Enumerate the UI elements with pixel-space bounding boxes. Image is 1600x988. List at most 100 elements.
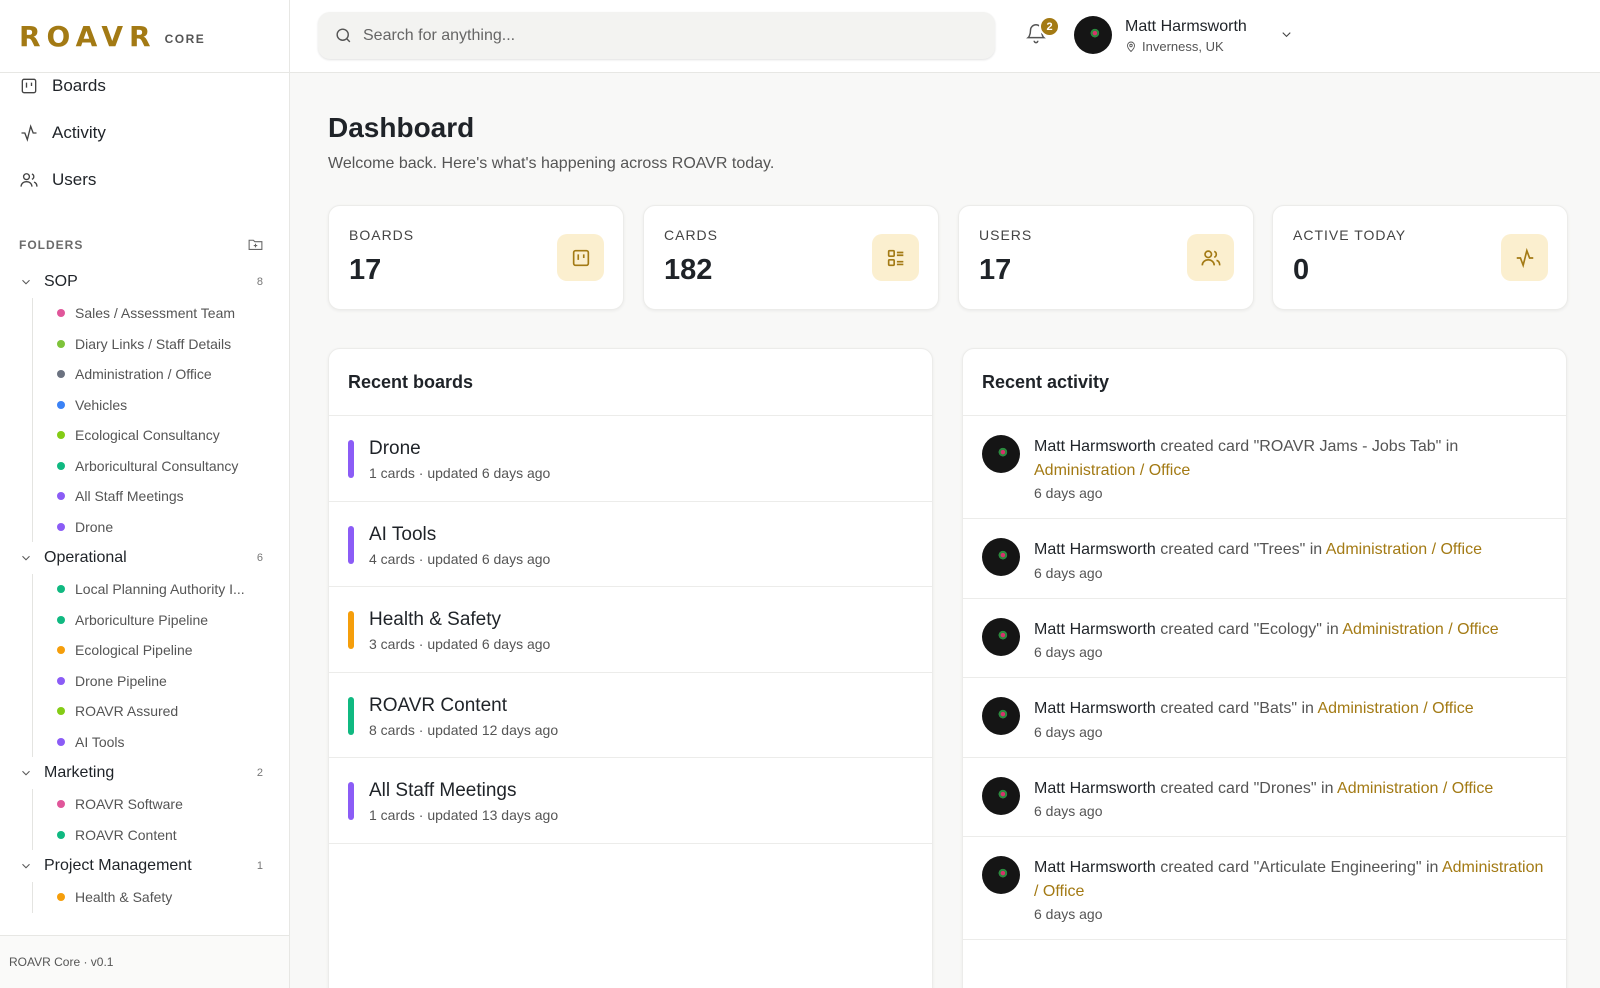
folder-board-item[interactable]: Health & Safety: [57, 882, 269, 913]
activity-board-link[interactable]: Administration / Office: [1034, 462, 1190, 479]
folder-board-label: Sales / Assessment Team: [75, 305, 236, 322]
stat-card-cards: CARDS 182: [643, 205, 939, 310]
board-meta: 3 cards · updated 6 days ago: [369, 636, 551, 652]
folder-children: Health & Safety: [32, 882, 269, 913]
folder-board-label: Vehicles: [75, 396, 128, 413]
sidebar: ROAVR CORE Boards Activity Users FOLDERS…: [0, 0, 290, 988]
folder-name: SOP: [44, 273, 78, 290]
stat-card-users: USERS 17: [958, 205, 1254, 310]
folder-sop[interactable]: SOP 8: [19, 266, 269, 298]
avatar[interactable]: [982, 776, 1020, 815]
activity-board-link[interactable]: Administration / Office: [1342, 621, 1498, 638]
folder-board-item[interactable]: Local Planning Authority I...: [57, 574, 269, 605]
avatar[interactable]: [982, 856, 1020, 894]
activity-time: 6 days ago: [1034, 803, 1103, 819]
avatar[interactable]: [982, 617, 1020, 656]
activity-action: created card "Ecology" in: [1155, 620, 1343, 638]
chevron-down-icon[interactable]: [19, 766, 33, 780]
folder-board-item[interactable]: Arboriculture Pipeline: [57, 605, 269, 636]
chevron-down-icon[interactable]: [19, 551, 33, 565]
activity-user[interactable]: Matt Harmsworth: [1034, 780, 1156, 797]
activity-time: 6 days ago: [1034, 564, 1103, 581]
user-name[interactable]: Matt Harmsworth: [1125, 18, 1247, 36]
activity-time: 6 days ago: [1034, 906, 1103, 922]
folder-board-item[interactable]: Diary Links / Staff Details: [57, 329, 269, 360]
stat-label: ACTIVE TODAY: [1293, 227, 1407, 243]
activity-user[interactable]: Matt Harmsworth: [1034, 859, 1156, 876]
search-bar[interactable]: [318, 12, 995, 59]
board-meta: 1 cards · updated 13 days ago: [369, 807, 559, 823]
avatar[interactable]: [1074, 16, 1112, 54]
folder-children: Local Planning Authority I... Arboricultu…: [32, 574, 269, 757]
folder-operational[interactable]: Operational 6: [19, 542, 269, 574]
stat-value: 17: [979, 254, 1012, 286]
activity-action: created card "ROAVR Jams - Jobs Tab" in: [1155, 438, 1459, 455]
nav-item-activity[interactable]: Activity: [0, 109, 289, 156]
board-color-dot: [57, 707, 65, 716]
avatar[interactable]: [982, 435, 1020, 473]
chevron-down-icon[interactable]: [19, 859, 33, 873]
activity-text: Matt Harmsworth created card "Articulate…: [1034, 856, 1546, 903]
folder-marketing[interactable]: Marketing 2: [19, 757, 269, 789]
folder-board-item[interactable]: Vehicles: [57, 390, 269, 421]
board-name: All Staff Meetings: [369, 780, 517, 801]
brand[interactable]: ROAVR CORE: [0, 0, 289, 73]
page-title: Dashboard: [328, 112, 475, 143]
activity-icon: [21, 123, 37, 142]
board-row[interactable]: ROAVR Content 8 cards · updated 12 days a…: [329, 673, 932, 758]
folders-header: FOLDERS: [19, 236, 264, 253]
folder-board-item[interactable]: Ecological Pipeline: [57, 635, 269, 666]
activity-text: Matt Harmsworth created card "Trees" in …: [1034, 538, 1546, 562]
board-row[interactable]: AI Tools 4 cards · updated 6 days ago: [329, 502, 932, 587]
folder-board-item[interactable]: Arboricultural Consultancy: [57, 451, 269, 482]
folder-name: Operational: [44, 549, 127, 566]
board-row[interactable]: Drone 1 cards · updated 6 days ago: [329, 416, 932, 502]
folder-board-item[interactable]: Drone Pipeline: [57, 666, 269, 697]
board-row[interactable]: Health & Safety 3 cards · updated 6 days …: [329, 587, 932, 673]
avatar[interactable]: [982, 538, 1020, 576]
folder-board-item[interactable]: ROAVR Content: [57, 820, 269, 851]
nav-item-users[interactable]: Users: [0, 156, 289, 203]
search-input[interactable]: [363, 26, 963, 45]
board-row[interactable]: All Staff Meetings 1 cards · updated 13 d…: [329, 758, 932, 844]
folder-board-label: Diary Links / Staff Details: [75, 335, 232, 352]
folder-board-item[interactable]: Drone: [57, 512, 269, 543]
folder-board-item[interactable]: Ecological Consultancy: [57, 420, 269, 451]
folder-board-label: Ecological Pipeline: [75, 642, 193, 659]
folder-children: Sales / Assessment Team Diary Links / Sta…: [32, 298, 269, 542]
activity-board-link[interactable]: Administration / Office: [1337, 780, 1493, 797]
notifications-button[interactable]: 2: [1025, 16, 1060, 46]
folder-board-item[interactable]: AI Tools: [57, 727, 269, 758]
board-color-dot: [57, 585, 65, 594]
board-color-bar: [348, 440, 354, 478]
nav-item-label: Users: [52, 169, 97, 189]
avatar[interactable]: [982, 697, 1020, 735]
activity-user[interactable]: Matt Harmsworth: [1034, 700, 1156, 717]
folder-board-label: ROAVR Software: [75, 796, 183, 813]
activity-board-link[interactable]: Administration / Office: [1317, 700, 1473, 717]
folder-project-management[interactable]: Project Management 1: [19, 850, 269, 882]
new-folder-icon[interactable]: [247, 236, 264, 253]
folder-board-item[interactable]: Administration / Office: [57, 359, 269, 390]
activity-user[interactable]: Matt Harmsworth: [1034, 438, 1156, 455]
folder-board-item[interactable]: All Staff Meetings: [57, 481, 269, 512]
user-location-text: Inverness, UK: [1142, 39, 1224, 54]
board-color-bar: [348, 782, 354, 820]
stat-icon-box: [1187, 234, 1234, 281]
stat-icon-box: [1501, 234, 1548, 281]
folder-board-item[interactable]: ROAVR Assured: [57, 696, 269, 727]
folder-board-item[interactable]: ROAVR Software: [57, 789, 269, 820]
board-color-dot: [57, 400, 65, 409]
chevron-down-icon[interactable]: [19, 275, 33, 289]
folder-board-label: ROAVR Assured: [75, 703, 179, 720]
activity-user[interactable]: Matt Harmsworth: [1034, 621, 1156, 638]
board-color-dot: [57, 522, 65, 531]
activity-user[interactable]: Matt Harmsworth: [1034, 541, 1156, 558]
folder-board-item[interactable]: Sales / Assessment Team: [57, 298, 269, 329]
stat-value: 0: [1293, 254, 1310, 286]
user-menu-toggle[interactable]: [1279, 27, 1294, 47]
activity-board-link[interactable]: Administration / Office: [1326, 541, 1482, 558]
search-icon: [336, 28, 351, 43]
stat-icon-box: [872, 234, 919, 281]
board-icon: [572, 249, 589, 266]
